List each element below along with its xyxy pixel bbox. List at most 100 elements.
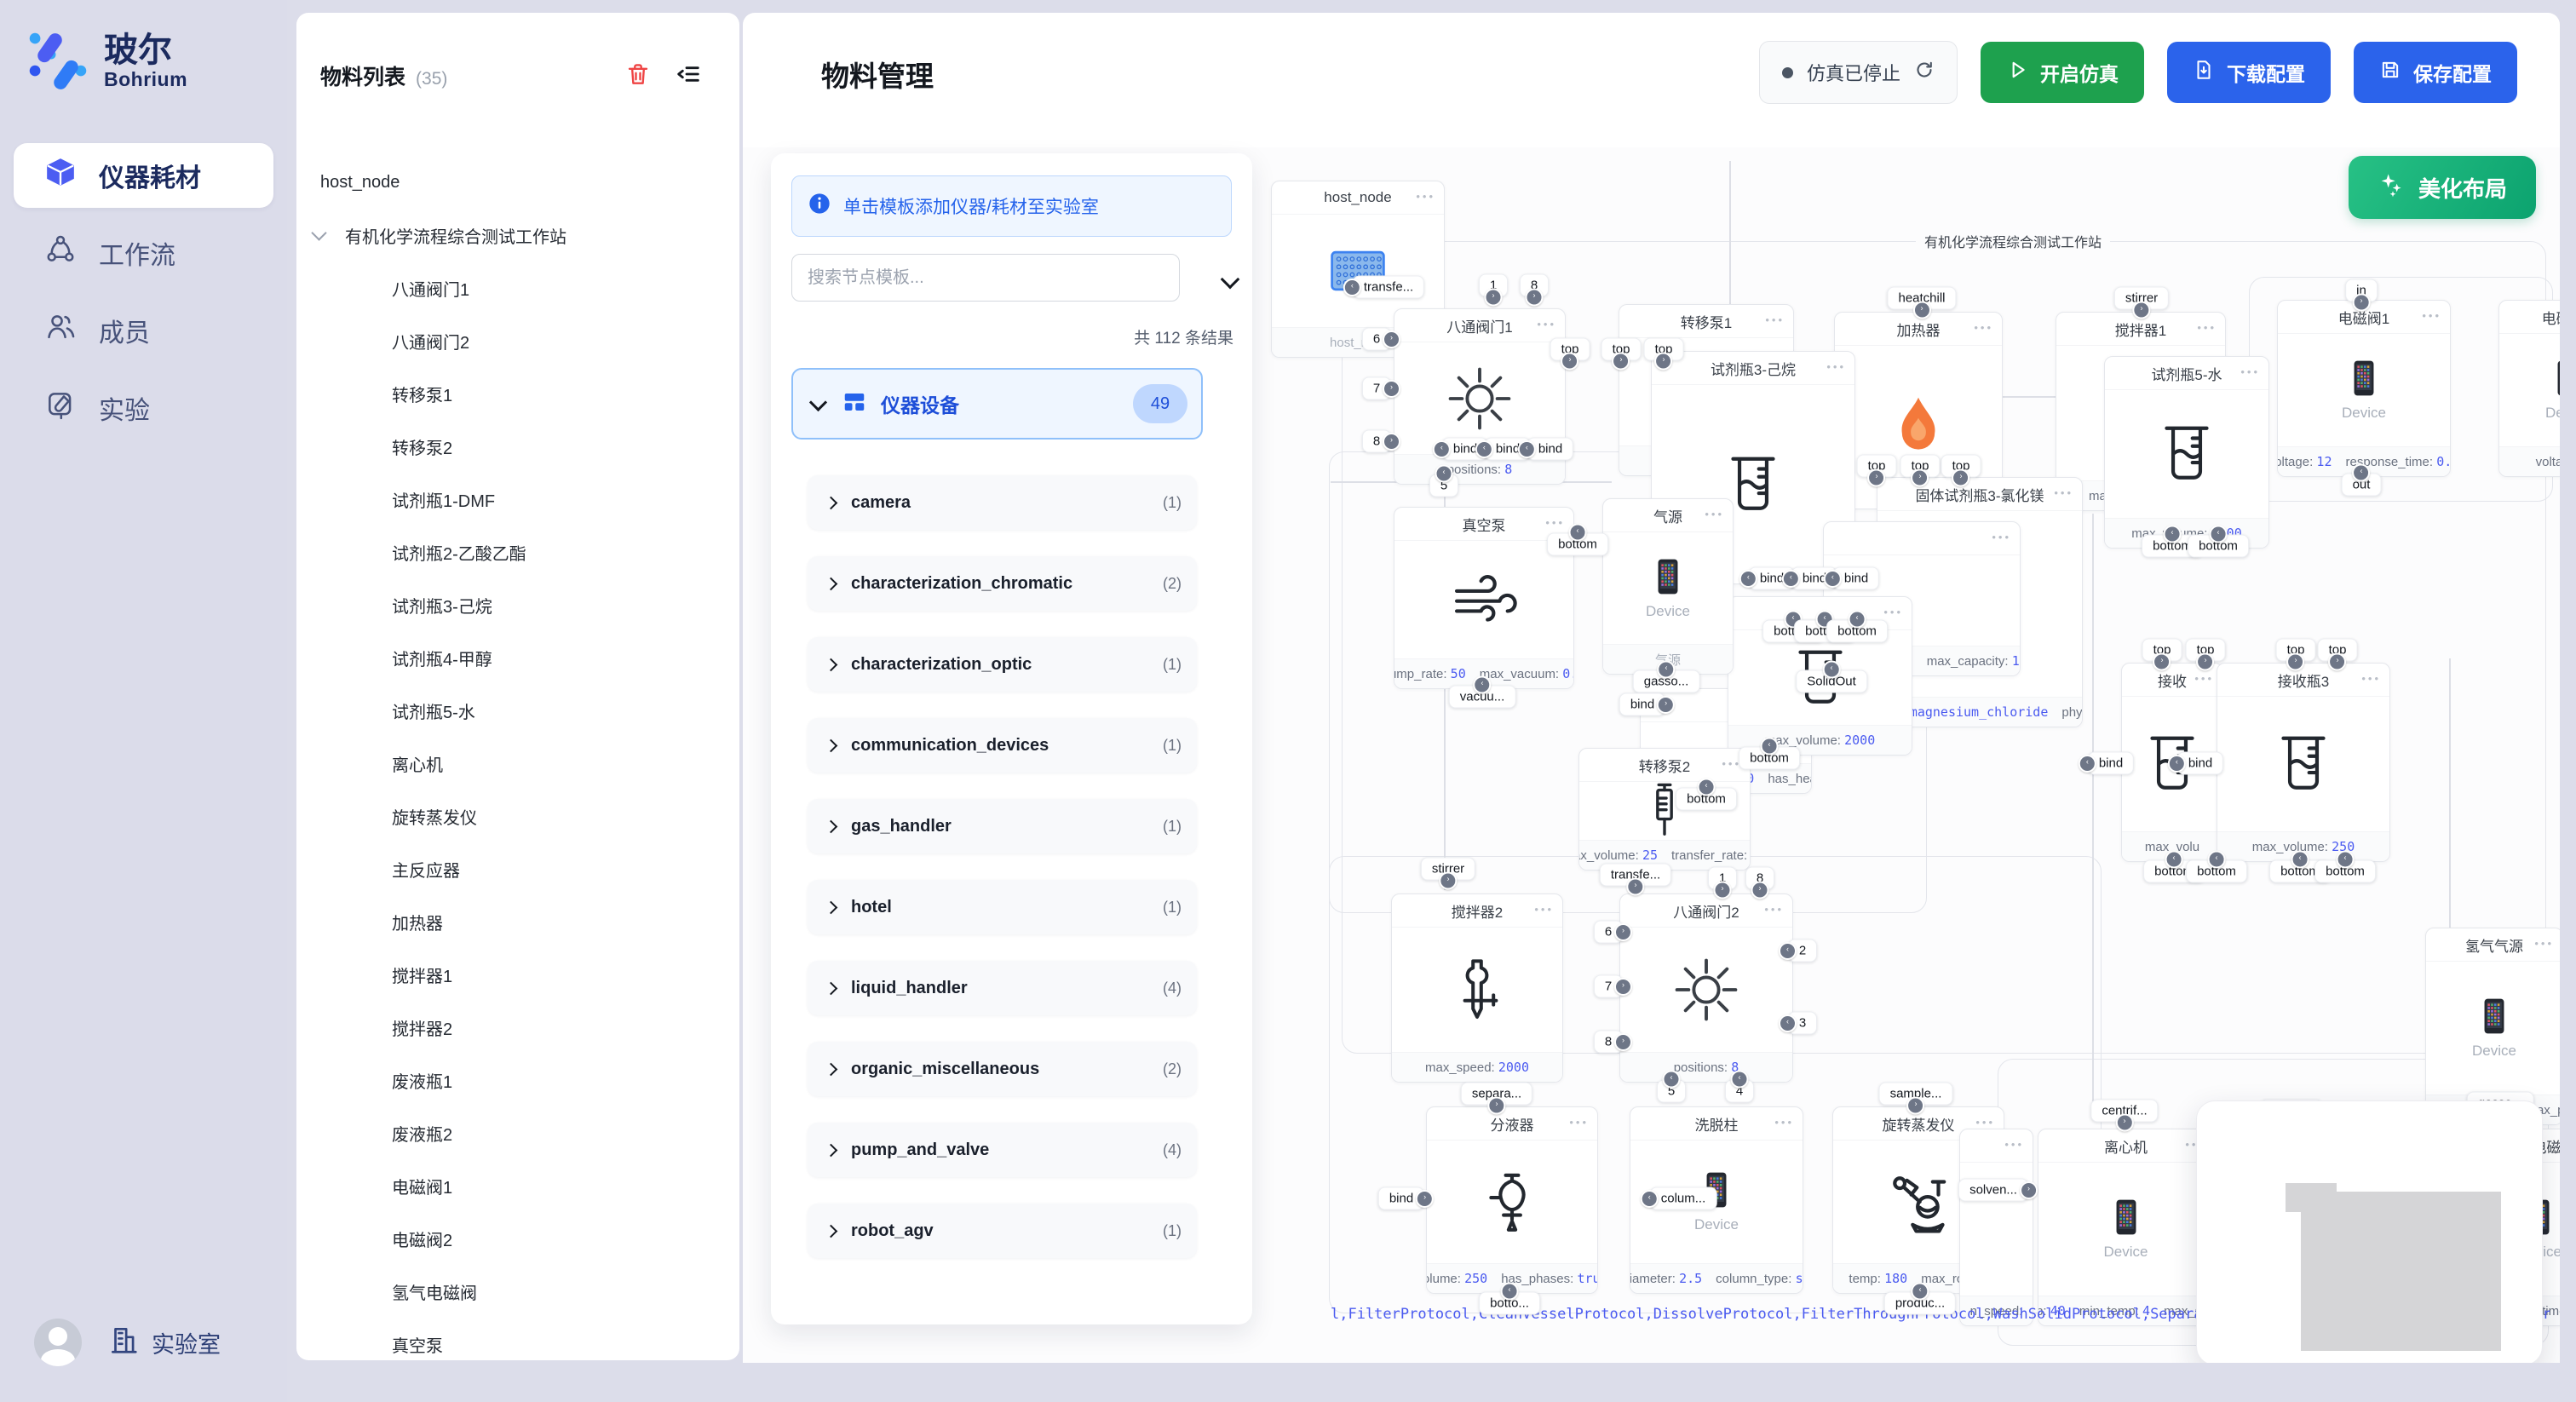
tree-item[interactable]: 八通阀门2 xyxy=(296,314,736,367)
port-pill[interactable]: bind‹ xyxy=(2177,752,2223,775)
port-handle-icon[interactable]: ‹ xyxy=(2165,851,2182,869)
node-menu-icon[interactable]: ••• xyxy=(1534,903,1554,916)
port-pill[interactable]: SolidOut‹ xyxy=(1796,670,1867,693)
port-handle-icon[interactable]: › xyxy=(1416,1190,1434,1208)
port-pill[interactable]: top› xyxy=(1900,455,1941,478)
tree-item[interactable]: 试剂瓶4-甲醇 xyxy=(296,631,736,684)
port-pill[interactable]: stirrer› xyxy=(2114,287,2169,310)
node-menu-icon[interactable]: ••• xyxy=(1974,321,1993,334)
port-handle-icon[interactable]: ‹ xyxy=(2079,755,2096,773)
node-menu-icon[interactable]: ••• xyxy=(1883,606,1903,618)
port-handle-icon[interactable]: ‹ xyxy=(1731,1071,1749,1089)
port-pill[interactable]: 7› xyxy=(1362,377,1391,400)
tree-item[interactable]: 试剂瓶3-己烷 xyxy=(296,578,736,631)
tree-item[interactable]: 搅拌器1 xyxy=(296,948,736,1001)
canvas-node[interactable]: 接收瓶3•••max_volume: 250 xyxy=(2217,663,2390,862)
node-menu-icon[interactable]: ••• xyxy=(1774,1116,1794,1129)
canvas-node[interactable]: 电磁阀2•••Devicevoltage: 12 xyxy=(2498,300,2560,477)
port-handle-icon[interactable]: ‹ xyxy=(1518,440,1536,458)
port-pill[interactable]: top› xyxy=(1601,338,1642,361)
port-handle-icon[interactable]: ‹ xyxy=(1474,676,1492,694)
port-handle-icon[interactable]: ‹ xyxy=(2209,526,2227,543)
port-pill[interactable]: 1› xyxy=(1479,274,1508,297)
node-menu-icon[interactable]: ••• xyxy=(2361,672,2381,685)
template-item-characterization_chromatic[interactable]: characterization_chromatic(2) xyxy=(808,556,1197,611)
node-menu-icon[interactable]: ••• xyxy=(1764,903,1784,916)
port-pill[interactable]: colum...‹ xyxy=(1650,1187,1717,1210)
node-menu-icon[interactable]: ••• xyxy=(2004,1138,2024,1151)
refresh-icon[interactable] xyxy=(1914,60,1935,85)
node-menu-icon[interactable]: ••• xyxy=(2194,672,2214,685)
port-pill[interactable]: bottom‹ xyxy=(2188,535,2249,558)
tree-item[interactable]: 搅拌器2 xyxy=(296,1001,736,1054)
port-handle-icon[interactable]: ‹ xyxy=(1760,738,1778,756)
port-pill[interactable]: transfe...‹ xyxy=(1353,276,1424,299)
node-menu-icon[interactable]: ••• xyxy=(1975,1116,1995,1129)
port-handle-icon[interactable]: › xyxy=(1614,1033,1632,1051)
port-pill[interactable]: top› xyxy=(2186,639,2226,662)
node-menu-icon[interactable]: ••• xyxy=(1545,516,1565,529)
port-pill[interactable]: 8› xyxy=(1362,430,1391,453)
port-handle-icon[interactable]: › xyxy=(1383,330,1400,348)
trash-icon[interactable] xyxy=(625,61,651,91)
beautify-layout-button[interactable]: 美化布局 xyxy=(2349,156,2536,219)
port-handle-icon[interactable]: › xyxy=(1626,878,1644,896)
port-pill[interactable]: top› xyxy=(1550,338,1590,361)
port-pill[interactable]: separa...› xyxy=(1461,1083,1532,1106)
port-handle-icon[interactable]: › xyxy=(2353,294,2371,312)
collapse-list-icon[interactable] xyxy=(675,60,702,92)
port-handle-icon[interactable]: ‹ xyxy=(1663,1071,1681,1089)
chevron-down-icon[interactable] xyxy=(1221,270,1240,290)
node-menu-icon[interactable]: ••• xyxy=(2054,486,2073,499)
port-handle-icon[interactable]: › xyxy=(1906,1097,1924,1115)
port-handle-icon[interactable]: › xyxy=(2153,653,2171,671)
tree-item[interactable]: 电磁阀2 xyxy=(296,1212,736,1265)
canvas-node[interactable]: 气源•••Device气源 xyxy=(1602,498,1734,675)
port-pill[interactable]: 8› xyxy=(1520,274,1549,297)
port-handle-icon[interactable]: › xyxy=(1867,469,1885,487)
port-pill[interactable]: out‹ xyxy=(2342,474,2382,497)
port-pill[interactable]: top› xyxy=(1644,338,1684,361)
port-handle-icon[interactable]: › xyxy=(1612,353,1630,371)
port-handle-icon[interactable]: ‹ xyxy=(1848,611,1866,629)
node-menu-icon[interactable]: ••• xyxy=(1765,313,1785,326)
port-handle-icon[interactable]: › xyxy=(2132,302,2150,319)
port-pill[interactable]: bottom‹ xyxy=(1676,788,1737,811)
port-handle-icon[interactable]: › xyxy=(2020,1181,2038,1199)
port-pill[interactable]: 8› xyxy=(1745,867,1774,890)
port-pill[interactable]: centrif...› xyxy=(2090,1100,2158,1123)
node-menu-icon[interactable]: ••• xyxy=(1416,190,1435,203)
port-handle-icon[interactable]: ‹ xyxy=(1779,942,1797,960)
port-pill[interactable]: bind› xyxy=(1378,1187,1424,1210)
port-pill[interactable]: 5‹ xyxy=(1657,1080,1686,1103)
tree-item[interactable]: 试剂瓶5-水 xyxy=(296,684,736,737)
avatar[interactable] xyxy=(34,1319,82,1366)
node-menu-icon[interactable]: ••• xyxy=(2240,365,2260,378)
tree-item[interactable]: 八通阀门1 xyxy=(296,261,736,314)
port-pill[interactable]: bottom‹ xyxy=(2186,860,2247,883)
port-pill[interactable]: gasso...‹ xyxy=(1633,670,1700,693)
port-pill[interactable]: bottom‹ xyxy=(1547,533,1608,556)
port-handle-icon[interactable]: ‹ xyxy=(1739,570,1757,588)
node-menu-icon[interactable]: ••• xyxy=(1992,531,2011,543)
node-menu-icon[interactable]: ••• xyxy=(1569,1116,1589,1129)
node-menu-icon[interactable]: ••• xyxy=(1705,508,1724,520)
tree-item[interactable]: 离心机 xyxy=(296,737,736,790)
port-pill[interactable]: 5‹ xyxy=(1429,474,1458,497)
port-handle-icon[interactable]: › xyxy=(1614,923,1632,941)
port-pill[interactable]: heatchill› xyxy=(1887,287,1956,310)
port-handle-icon[interactable]: ‹ xyxy=(1343,279,1361,296)
port-handle-icon[interactable]: ‹ xyxy=(1824,570,1842,588)
port-pill[interactable]: top› xyxy=(2276,639,2316,662)
tree-item[interactable]: 转移泵2 xyxy=(296,420,736,473)
port-pill[interactable]: 7› xyxy=(1594,975,1623,998)
template-item-camera[interactable]: camera(1) xyxy=(808,475,1197,530)
port-handle-icon[interactable]: › xyxy=(1488,1097,1506,1115)
port-handle-icon[interactable]: ‹ xyxy=(1912,1283,1929,1301)
template-item-gas_handler[interactable]: gas_handler(1) xyxy=(808,799,1197,853)
port-handle-icon[interactable]: ‹ xyxy=(1433,440,1451,458)
port-pill[interactable]: 3‹ xyxy=(1788,1012,1817,1035)
port-pill[interactable]: bottom‹ xyxy=(1826,620,1888,643)
canvas-node[interactable]: 真空泵•••pump_rate: 50max_vacuum: 0.1 xyxy=(1394,507,1574,689)
port-handle-icon[interactable]: › xyxy=(1383,433,1400,451)
